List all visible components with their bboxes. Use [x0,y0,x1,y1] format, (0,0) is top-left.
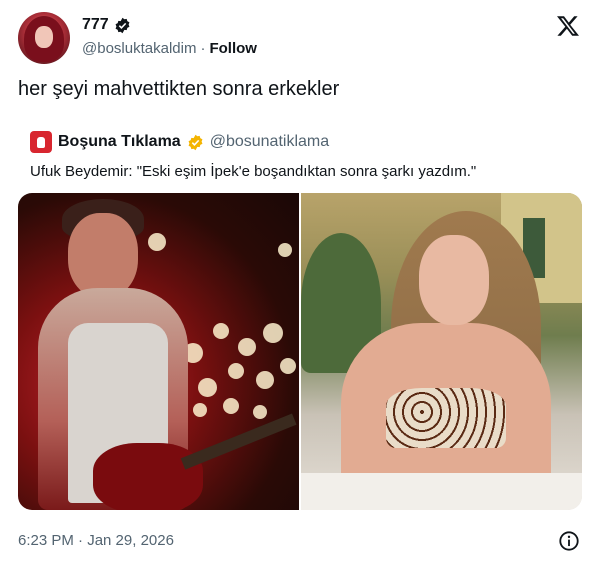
follow-button[interactable]: Follow [209,40,257,57]
author-name-row: 777 [82,16,131,34]
author-display-name[interactable]: 777 [82,16,109,34]
author-handle-row: @bosluktakaldim · Follow [82,40,257,57]
tweet-timestamp[interactable]: 6:23 PM · Jan 29, 2026 [18,532,174,549]
tweet-text: her şeyi mahvettikten sonra erkekler [18,78,340,100]
handle-separator: · [200,40,206,57]
quote-author-avatar [30,131,52,153]
tweet-header: 777 @bosluktakaldim · Follow [18,12,582,66]
info-icon[interactable] [558,530,580,552]
quote-media [18,193,582,510]
gold-verified-icon [188,134,203,150]
quote-header: Boşuna Tıklama @bosunatiklama [30,131,329,153]
tweet-footer: 6:23 PM · Jan 29, 2026 [18,530,582,552]
woman-photo[interactable] [301,193,582,510]
quoted-tweet-card[interactable]: Boşuna Tıklama @bosunatiklama Ufuk Beyde… [18,120,582,520]
verified-icon [115,17,130,33]
quote-text: Ufuk Beydemir: "Eski eşim İpek'e boşandı… [30,163,477,180]
quote-author-handle: @bosunatiklama [209,133,330,150]
singer-photo[interactable] [18,193,299,510]
author-avatar[interactable] [18,12,70,64]
x-logo-icon[interactable] [556,14,580,38]
quote-author-name: Boşuna Tıklama [58,133,181,150]
author-handle[interactable]: @bosluktakaldim [82,40,196,57]
